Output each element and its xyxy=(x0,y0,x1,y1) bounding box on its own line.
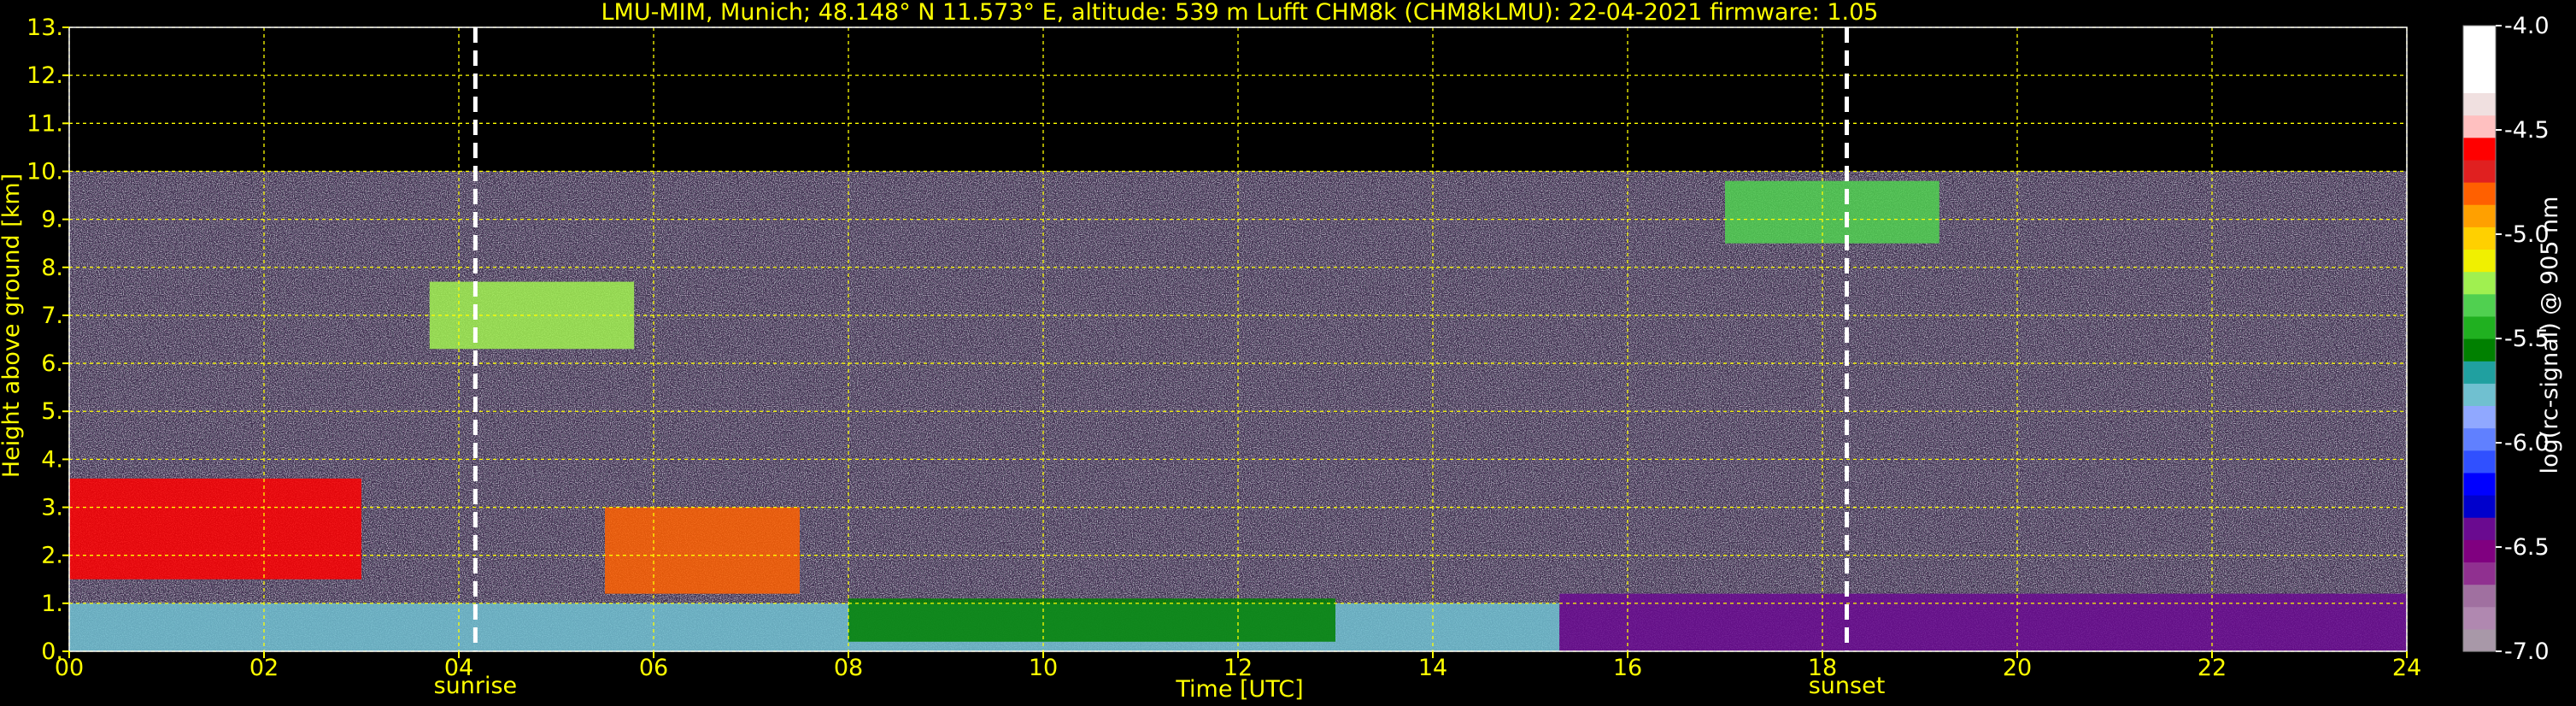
colorbar-label: log(rc-signal) @ 905 nm xyxy=(2537,197,2563,474)
colorbar-segment xyxy=(2463,472,2496,496)
colorbar-segment xyxy=(2463,315,2496,339)
colorbar-segment xyxy=(2463,517,2496,540)
x-tick-label: 14 xyxy=(1418,655,1447,681)
x-tick-label: 04 xyxy=(444,655,473,681)
x-axis-label: Time [UTC] xyxy=(1175,676,1303,703)
x-tick-label: 20 xyxy=(2003,655,2032,681)
colorbar-segment xyxy=(2463,405,2496,429)
layer-6 xyxy=(1725,180,1939,244)
colorbar-tick-label: -7.0 xyxy=(2504,638,2550,665)
colorbar-segment xyxy=(2463,606,2496,630)
colorbar-segment xyxy=(2463,249,2496,273)
colorbar-tick-label: -4.0 xyxy=(2504,13,2550,39)
x-tick-label: 16 xyxy=(1613,655,1642,681)
colorbar-segment xyxy=(2463,115,2496,138)
colorbar-segment xyxy=(2463,271,2496,295)
colorbar-segment xyxy=(2463,26,2496,49)
x-tick-label: 22 xyxy=(2198,655,2227,681)
x-tick-label: 06 xyxy=(639,655,668,681)
y-tick-label: 6. xyxy=(41,350,63,377)
y-tick-label: 3. xyxy=(41,495,63,521)
colorbar-segment xyxy=(2463,48,2496,71)
chart-title: LMU-MIM, Munich; 48.148° N 11.573° E, al… xyxy=(601,0,1879,26)
colorbar-segment xyxy=(2463,427,2496,451)
y-tick-label: 4. xyxy=(41,446,63,473)
y-tick-label: 11. xyxy=(26,110,63,137)
y-axis-label: Height above ground [km] xyxy=(0,174,25,478)
colorbar-segment xyxy=(2463,584,2496,608)
x-tick-label: 08 xyxy=(834,655,863,681)
colorbar-segment xyxy=(2463,495,2496,518)
layer-1 xyxy=(1559,593,2407,651)
colorbar-segment xyxy=(2463,92,2496,116)
colorbar-segment xyxy=(2463,293,2496,317)
y-tick-label: 8. xyxy=(41,255,63,281)
colorbar-segment xyxy=(2463,539,2496,563)
y-tick-label: 13. xyxy=(26,15,63,41)
colorbar-segment xyxy=(2463,628,2496,652)
colorbar-segment xyxy=(2463,159,2496,183)
y-tick-label: 7. xyxy=(41,303,63,329)
x-tick-label: 24 xyxy=(2392,655,2421,681)
layer-4 xyxy=(605,507,800,594)
x-tick-label: 18 xyxy=(1808,655,1837,681)
colorbar-segment xyxy=(2463,182,2496,205)
x-tick-label: 02 xyxy=(249,655,279,681)
colorbar-segment xyxy=(2463,137,2496,161)
y-tick-label: 0. xyxy=(41,638,63,665)
colorbar-tick-label: -4.5 xyxy=(2504,117,2550,144)
colorbar-segment xyxy=(2463,361,2496,384)
y-tick-label: 12. xyxy=(26,62,63,89)
y-tick-label: 10. xyxy=(26,158,63,185)
layer-0 xyxy=(69,603,1560,651)
layer-3 xyxy=(69,478,361,580)
y-tick-label: 2. xyxy=(41,543,63,569)
y-tick-label: 1. xyxy=(41,591,63,617)
colorbar-segment xyxy=(2463,383,2496,407)
colorbar-tick-label: -6.5 xyxy=(2504,534,2550,561)
y-tick-label: 9. xyxy=(41,207,63,233)
plot-background xyxy=(69,27,2407,651)
layer-2 xyxy=(848,598,1335,642)
colorbar-segment xyxy=(2463,204,2496,227)
x-tick-label: 10 xyxy=(1029,655,1058,681)
colorbar-segment xyxy=(2463,338,2496,362)
colorbar-segment xyxy=(2463,227,2496,250)
colorbar-segment xyxy=(2463,450,2496,474)
colorbar-segment xyxy=(2463,562,2496,585)
colorbar-segment xyxy=(2463,70,2496,94)
ceilometer-chart: sunrise sunset 00 02 04 06 08 10 12 14 16 18 20 22 24… xyxy=(0,0,2563,703)
y-tick-label: 5. xyxy=(41,398,63,425)
